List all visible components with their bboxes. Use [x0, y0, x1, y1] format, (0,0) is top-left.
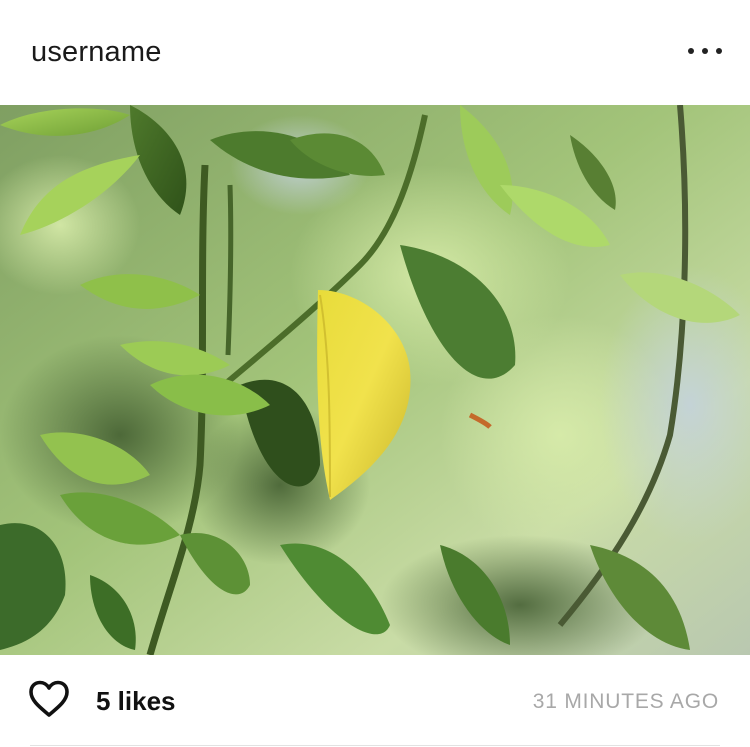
heart-outline-icon[interactable]: [28, 680, 70, 718]
post-timestamp: 31 MINUTES AGO: [532, 690, 719, 713]
more-options-icon[interactable]: [688, 40, 722, 62]
more-dot: [688, 48, 694, 54]
more-dot: [702, 48, 708, 54]
post-photo[interactable]: [0, 105, 750, 655]
leaves-photo-illustration: [0, 105, 750, 655]
post-footer: 5 likes 31 MINUTES AGO: [0, 655, 750, 747]
divider: [30, 745, 720, 746]
likes-count[interactable]: 5 likes: [96, 685, 176, 717]
more-dot: [716, 48, 722, 54]
post-header: username: [0, 0, 750, 105]
username[interactable]: username: [31, 34, 162, 70]
